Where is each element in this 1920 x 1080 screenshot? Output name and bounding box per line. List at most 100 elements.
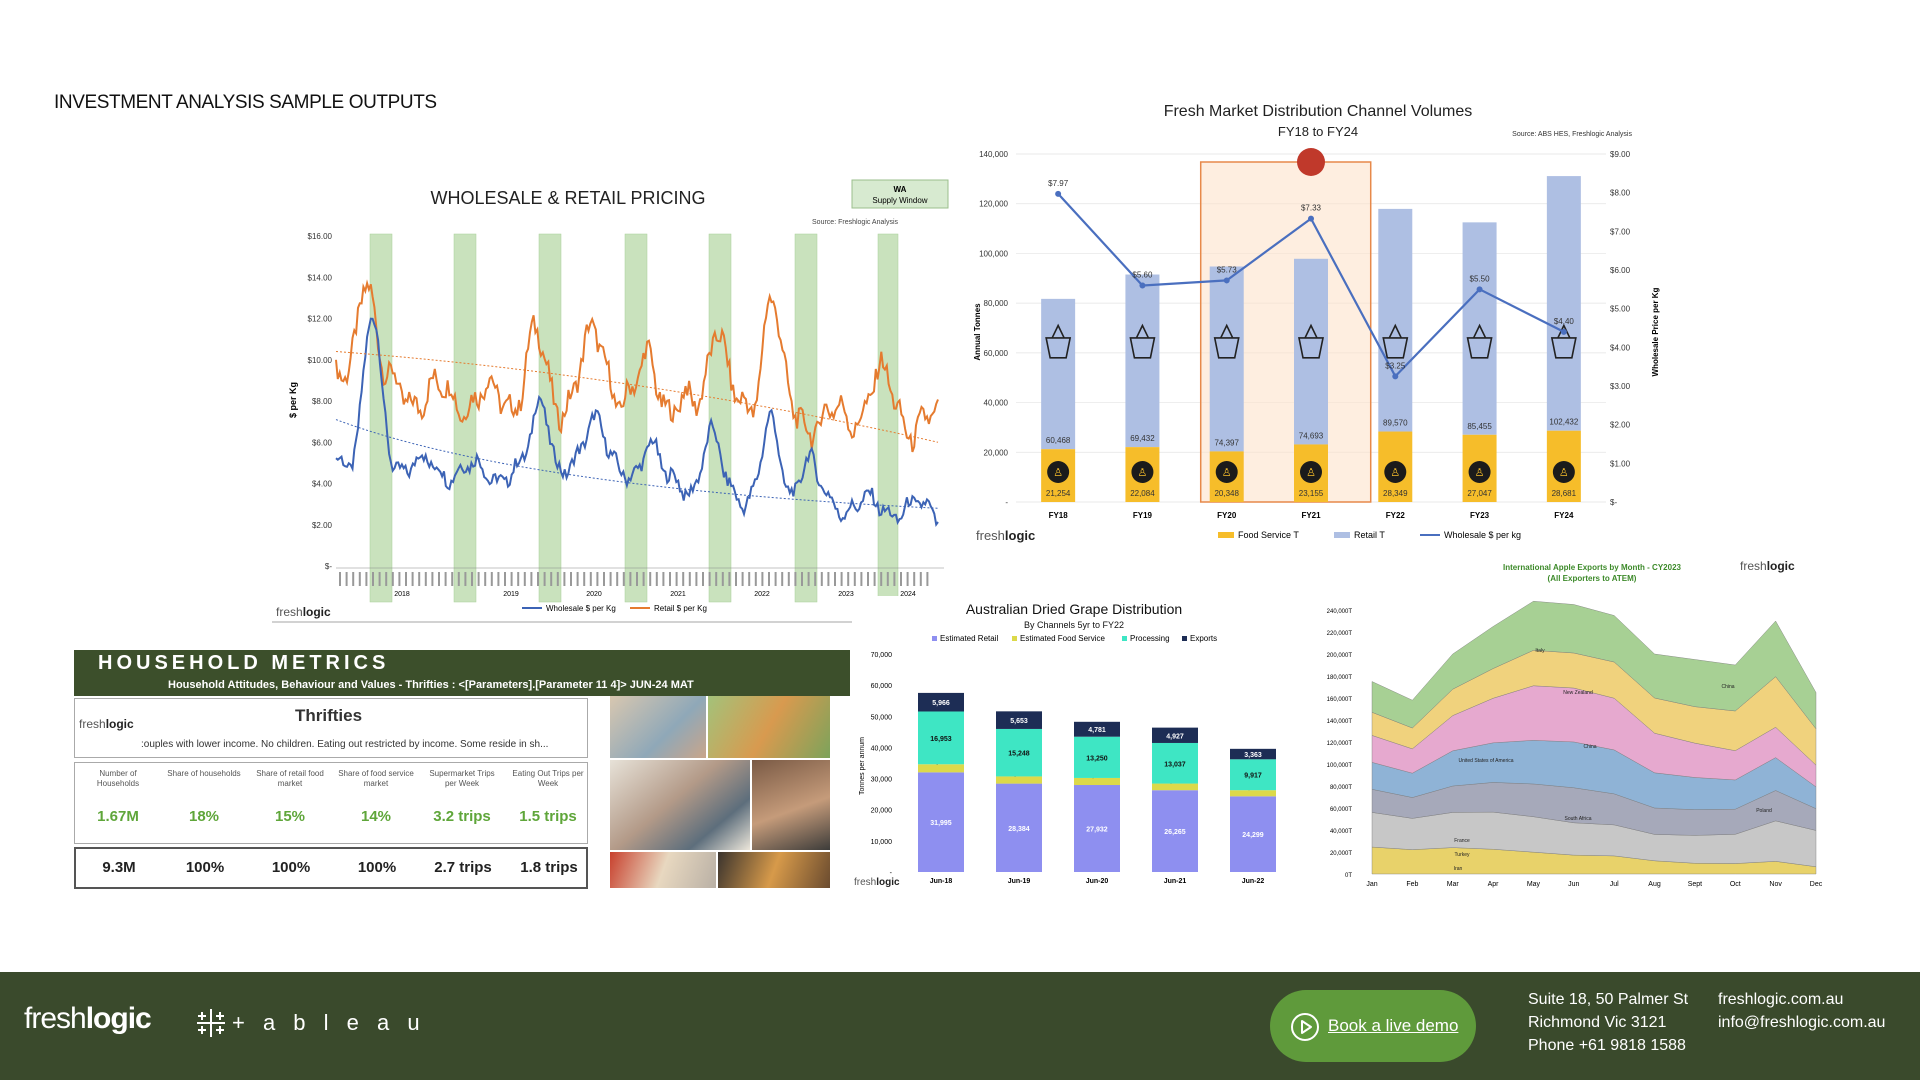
legend-label-price: Wholesale $ per kg (1444, 530, 1521, 540)
exports-label: 3,363 (1244, 752, 1262, 759)
website-link[interactable]: freshlogic.com.au (1718, 988, 1885, 1011)
month-tick-label (715, 572, 718, 586)
month-tick-label (418, 572, 421, 586)
price-label: $7.97 (1048, 179, 1069, 188)
dried-grape-chart: Australian Dried Grape Distribution By Ch… (852, 596, 1298, 892)
month-tick-label (675, 572, 678, 586)
food-service-segment (1074, 777, 1120, 786)
right-tick-label: $5.00 (1610, 305, 1631, 314)
total-value: 1.8 trips (520, 859, 578, 876)
x-tick-label: FY18 (1049, 511, 1069, 520)
price-label: $4.40 (1554, 317, 1575, 326)
x-tick-label: Jun-18 (930, 878, 953, 885)
metric-value: 14% (360, 808, 392, 825)
y-axis-label: Tonnes per annum (859, 737, 866, 795)
month-tick-label (708, 572, 711, 586)
metric-value: 18% (188, 808, 220, 825)
wa-badge-label: WA (894, 185, 907, 194)
x-tick-label: Jun-22 (1242, 878, 1265, 885)
retail-bar (1041, 298, 1076, 450)
y-tick-label: 100,000T (1327, 763, 1353, 769)
retail-label: 28,384 (1008, 826, 1030, 833)
region-label: France (1454, 838, 1470, 844)
supply-window-band (708, 233, 732, 603)
month-tick-label (537, 572, 539, 586)
processing-label: 13,250 (1086, 755, 1108, 762)
retail-bar (1209, 266, 1244, 452)
retail-label: 27,932 (1086, 827, 1108, 834)
month-tick-label (543, 572, 546, 586)
address-line: Suite 18, 50 Palmer St (1528, 991, 1689, 1008)
address-block: Suite 18, 50 Palmer St Richmond Vic 3121… (1528, 988, 1688, 1057)
legend-label-wholesale: Wholesale $ per Kg (546, 604, 616, 613)
freshlogic-logo: freshlogic (1740, 559, 1795, 573)
month-label: Nov (1769, 881, 1782, 888)
month-tick-label (741, 572, 744, 586)
month-tick-label (570, 572, 572, 586)
y-tick-label: 10,000 (871, 839, 893, 846)
right-tick-label: $9.00 (1610, 150, 1631, 159)
month-tick-label (847, 572, 850, 586)
y-tick-label: 120,000T (1327, 741, 1353, 747)
left-tick-label: 20,000 (984, 448, 1009, 457)
x-tick-label: FY20 (1217, 511, 1237, 520)
month-label: Apr (1488, 881, 1500, 888)
month-tick-label (754, 572, 757, 586)
processing-label: 15,248 (1008, 751, 1030, 758)
x-tick-label: FY21 (1301, 511, 1321, 520)
month-tick-label (642, 572, 645, 586)
freshlogic-footer-logo[interactable]: freshlogic (24, 1002, 152, 1036)
household-subtitle: Household Attitudes, Behaviour and Value… (168, 679, 694, 691)
month-tick-label (702, 572, 704, 586)
y-tick-label: 0T (1345, 873, 1352, 879)
y-tick-label: 40,000T (1330, 829, 1352, 835)
month-tick-label (477, 572, 480, 586)
month-tick-label (748, 572, 751, 586)
y-tick-label: $8.00 (312, 397, 333, 406)
price-label: $5.73 (1217, 265, 1238, 274)
right-tick-label: $4.00 (1610, 343, 1631, 352)
region-label: Italy (1535, 648, 1545, 654)
x-tick-label: FY19 (1133, 511, 1153, 520)
phone-line[interactable]: Phone +61 9818 1588 (1528, 1034, 1688, 1057)
photo-woman-smiling (610, 696, 706, 758)
household-title: HOUSEHOLD METRICS (98, 652, 390, 674)
photo-burger-meal (718, 852, 830, 888)
month-label: May (1527, 881, 1541, 888)
address-line: Richmond Vic 3121 (1528, 1014, 1667, 1031)
processing-label: 13,037 (1164, 761, 1186, 768)
book-demo-button[interactable]: Book a live demo (1270, 990, 1476, 1062)
month-tick-label (761, 572, 764, 586)
month-tick-label (490, 572, 493, 586)
total-value: 100% (185, 859, 225, 876)
legend-swatch (1122, 636, 1127, 641)
play-icon (1291, 1013, 1319, 1041)
month-tick-label (820, 572, 823, 586)
retail-value-label: 60,468 (1046, 436, 1071, 445)
food-value-label: 20,348 (1214, 489, 1239, 498)
month-tick-label (504, 572, 506, 586)
year-label: 2018 (394, 591, 410, 598)
dining-icon-glyph: ♙ (1053, 466, 1063, 479)
month-tick-label (919, 572, 922, 586)
household-band: HOUSEHOLD METRICS Household Attitudes, B… (74, 650, 850, 696)
metric-header: Eating Out Trips per Week (512, 769, 584, 788)
month-tick-label (589, 572, 592, 586)
y-tick-label: 50,000 (871, 714, 893, 721)
price-point (1560, 328, 1567, 335)
y-tick-label: $6.00 (312, 438, 333, 447)
legend-label: Estimated Food Service (1020, 634, 1105, 643)
month-tick-label (853, 572, 856, 586)
price-label: $5.50 (1470, 274, 1491, 283)
supply-window-band (624, 233, 648, 603)
email-link[interactable]: info@freshlogic.com.au (1718, 1011, 1885, 1034)
region-label: Turkey (1454, 852, 1470, 858)
photo-man-portrait (752, 760, 830, 850)
right-tick-label: $6.00 (1610, 266, 1631, 275)
month-tick-label (906, 572, 909, 586)
month-tick-label (424, 572, 427, 586)
month-tick-label (431, 572, 434, 586)
price-label: $7.33 (1301, 204, 1322, 213)
month-tick-label (629, 572, 632, 586)
dining-icon-glyph: ♙ (1475, 466, 1485, 479)
